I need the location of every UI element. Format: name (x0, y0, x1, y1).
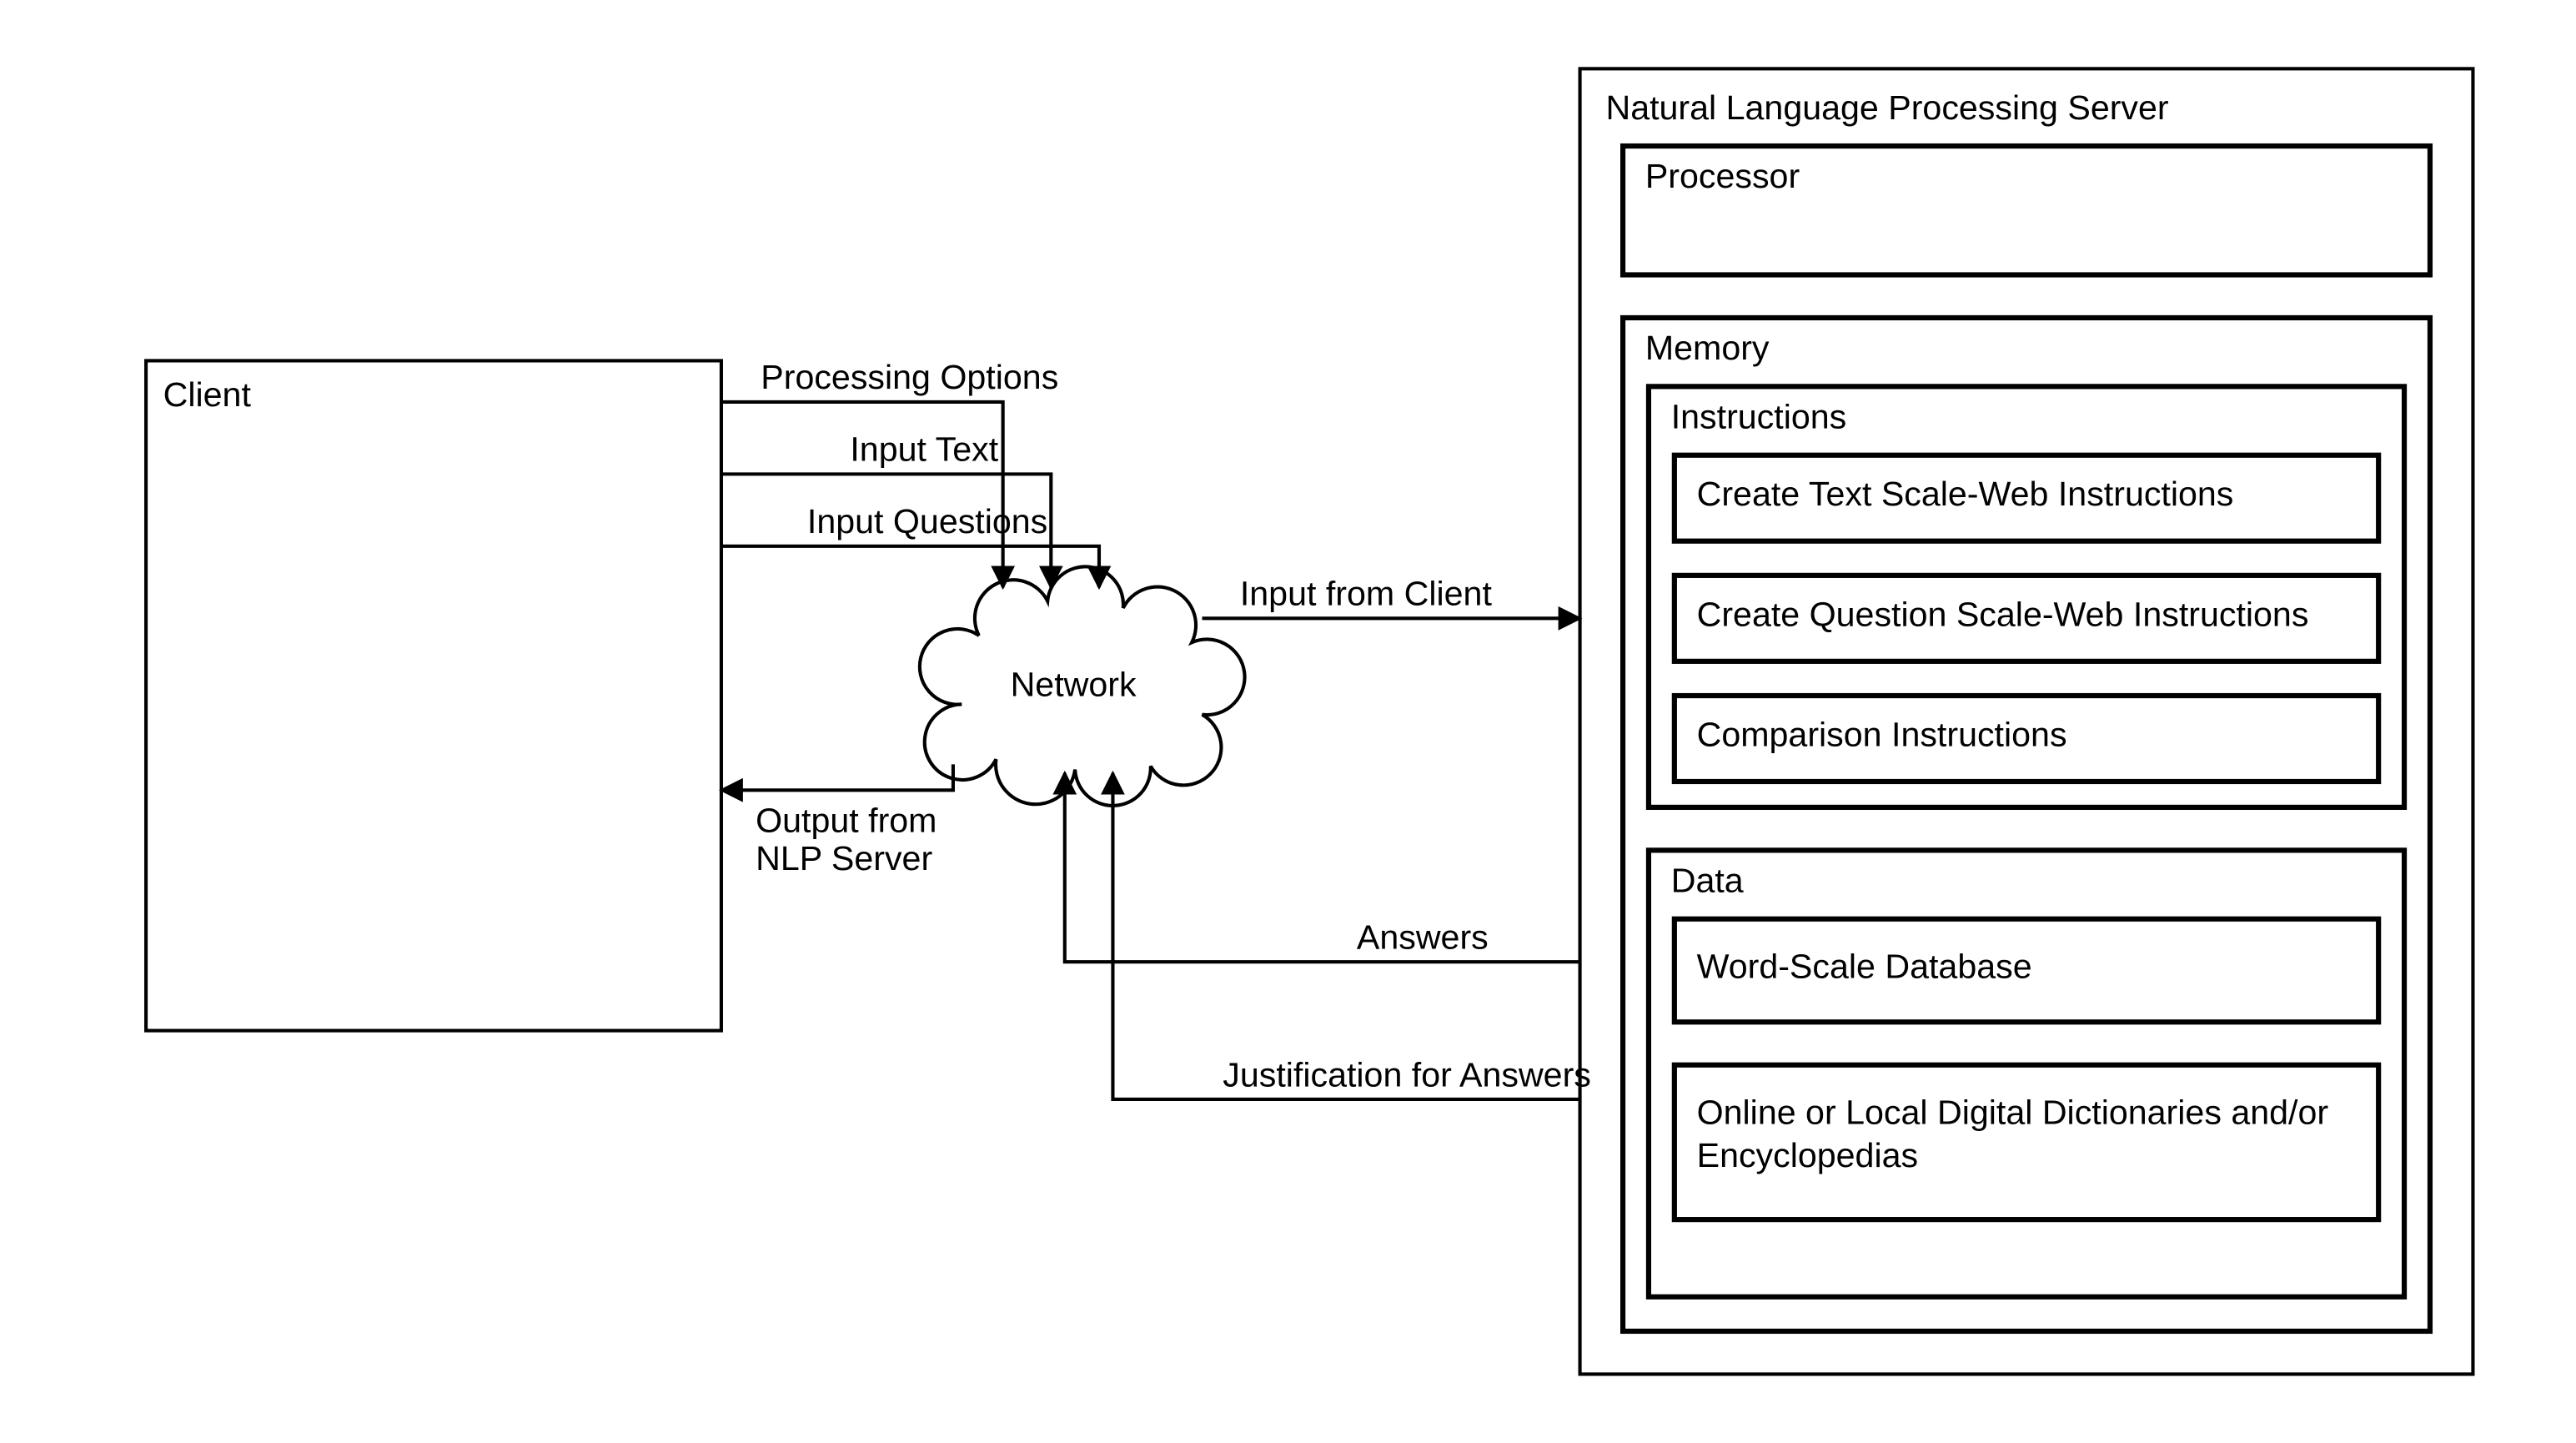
architecture-diagram: Client Network Natural Language Processi… (0, 0, 2576, 1443)
edge-output-label-line1: Output from (756, 801, 936, 839)
data-item-1-label-line2: Encyclopedias (1697, 1136, 1919, 1174)
client-box (146, 360, 721, 1030)
instruction-item-1-label: Create Question Scale-Web Instructions (1697, 595, 2309, 633)
instruction-item-2-label: Comparison Instructions (1697, 716, 2067, 754)
processor-title: Processor (1645, 157, 1800, 195)
edge-justification (1112, 773, 1579, 1099)
edge-answers-label: Answers (1357, 918, 1489, 957)
network-title: Network (1011, 666, 1137, 704)
server-title: Natural Language Processing Server (1605, 88, 2168, 127)
edge-output-label-line2: NLP Server (756, 839, 932, 877)
edge-input-text-label: Input Text (850, 430, 998, 469)
edge-input-questions (721, 546, 1099, 587)
edge-processing-options-label: Processing Options (761, 358, 1058, 396)
data-item-0-label: Word-Scale Database (1697, 948, 2032, 986)
instruction-item-0-label: Create Text Scale-Web Instructions (1697, 475, 2234, 513)
edge-justification-label: Justification for Answers (1223, 1055, 1591, 1094)
edge-input-questions-label: Input Questions (807, 502, 1047, 540)
data-item-1-label-line1: Online or Local Digital Dictionaries and… (1697, 1094, 2329, 1132)
client-title: Client (163, 375, 252, 414)
memory-title: Memory (1645, 329, 1770, 367)
edge-answers (1065, 773, 1580, 963)
edge-output-from-nlp (721, 764, 953, 790)
data-title: Data (1671, 862, 1744, 900)
instructions-title: Instructions (1671, 398, 1847, 436)
network-cloud: Network (920, 566, 1245, 806)
edge-input-from-client-label: Input from Client (1240, 575, 1493, 613)
